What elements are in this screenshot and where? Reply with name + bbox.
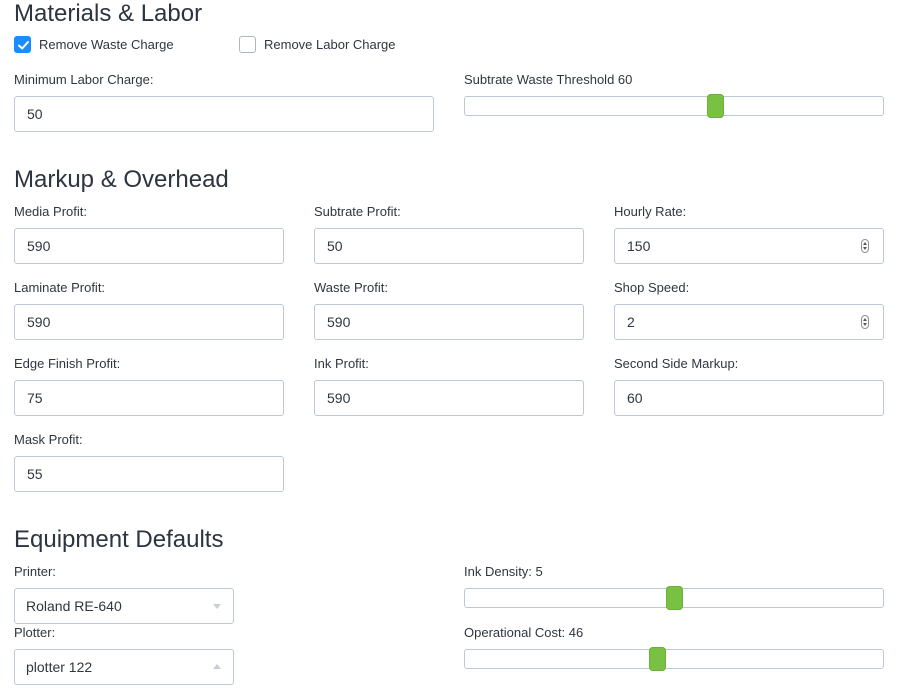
ink-profit-input[interactable]: 590 [314, 380, 584, 416]
checkbox-box[interactable] [239, 36, 256, 53]
ink-density-slider-thumb[interactable] [666, 586, 683, 610]
chevron-down-icon [213, 604, 221, 609]
ink-profit-label: Ink Profit: [314, 356, 369, 371]
mask-profit-label: Mask Profit: [14, 432, 83, 447]
edge-finish-profit-value: 75 [27, 390, 43, 406]
remove-waste-label: Remove Waste Charge [39, 37, 174, 52]
number-spinner-icon[interactable] [861, 315, 869, 329]
edge-finish-profit-input[interactable]: 75 [14, 380, 284, 416]
markup-overhead-title: Markup & Overhead [14, 166, 229, 193]
printer-select[interactable]: Roland RE-640 [14, 588, 234, 624]
laminate-profit-value: 590 [27, 314, 51, 330]
second-side-markup-label: Second Side Markup: [614, 356, 739, 371]
subtrate-profit-label: Subtrate Profit: [314, 204, 401, 219]
shop-speed-value: 2 [627, 314, 635, 330]
second-side-markup-value: 60 [627, 390, 643, 406]
checkbox-box[interactable] [14, 36, 31, 53]
shop-speed-input[interactable]: 2 [614, 304, 884, 340]
plotter-selected-value: plotter 122 [26, 659, 93, 675]
waste-threshold-label: Subtrate Waste Threshold 60 [464, 72, 633, 87]
media-profit-input[interactable]: 590 [14, 228, 284, 264]
waste-threshold-slider-thumb[interactable] [707, 94, 724, 118]
hourly-rate-input[interactable]: 150 [614, 228, 884, 264]
waste-profit-value: 590 [327, 314, 351, 330]
ink-density-label: Ink Density: 5 [464, 564, 543, 579]
operational-cost-label: Operational Cost: 46 [464, 625, 584, 640]
media-profit-label: Media Profit: [14, 204, 87, 219]
waste-threshold-slider[interactable] [464, 96, 884, 116]
subtrate-profit-input[interactable]: 50 [314, 228, 584, 264]
remove-waste-checkbox[interactable] [14, 36, 31, 53]
printer-selected-value: Roland RE-640 [26, 598, 122, 614]
hourly-rate-value: 150 [627, 238, 651, 254]
plotter-label: Plotter: [14, 625, 56, 640]
printer-label: Printer: [14, 564, 56, 579]
min-labor-input[interactable]: 50 [14, 96, 434, 132]
hourly-rate-label: Hourly Rate: [614, 204, 687, 219]
equipment-defaults-title: Equipment Defaults [14, 526, 224, 553]
plotter-select[interactable]: plotter 122 [14, 649, 234, 685]
laminate-profit-input[interactable]: 590 [14, 304, 284, 340]
waste-profit-label: Waste Profit: [314, 280, 388, 295]
chevron-up-icon [213, 664, 221, 669]
laminate-profit-label: Laminate Profit: [14, 280, 106, 295]
remove-labor-checkbox[interactable] [239, 36, 256, 53]
min-labor-value: 50 [27, 106, 43, 122]
shop-speed-label: Shop Speed: [614, 280, 690, 295]
second-side-markup-input[interactable]: 60 [614, 380, 884, 416]
operational-cost-slider[interactable] [464, 649, 884, 669]
operational-cost-slider-thumb[interactable] [649, 647, 666, 671]
waste-profit-input[interactable]: 590 [314, 304, 584, 340]
mask-profit-value: 55 [27, 466, 43, 482]
media-profit-value: 590 [27, 238, 51, 254]
number-spinner-icon[interactable] [861, 239, 869, 253]
edge-finish-profit-label: Edge Finish Profit: [14, 356, 121, 371]
checkmark-icon [18, 41, 29, 50]
ink-profit-value: 590 [327, 390, 351, 406]
subtrate-profit-value: 50 [327, 238, 343, 254]
materials-labor-title: Materials & Labor [14, 0, 203, 27]
remove-labor-label: Remove Labor Charge [264, 37, 396, 52]
min-labor-label: Minimum Labor Charge: [14, 72, 154, 87]
mask-profit-input[interactable]: 55 [14, 456, 284, 492]
